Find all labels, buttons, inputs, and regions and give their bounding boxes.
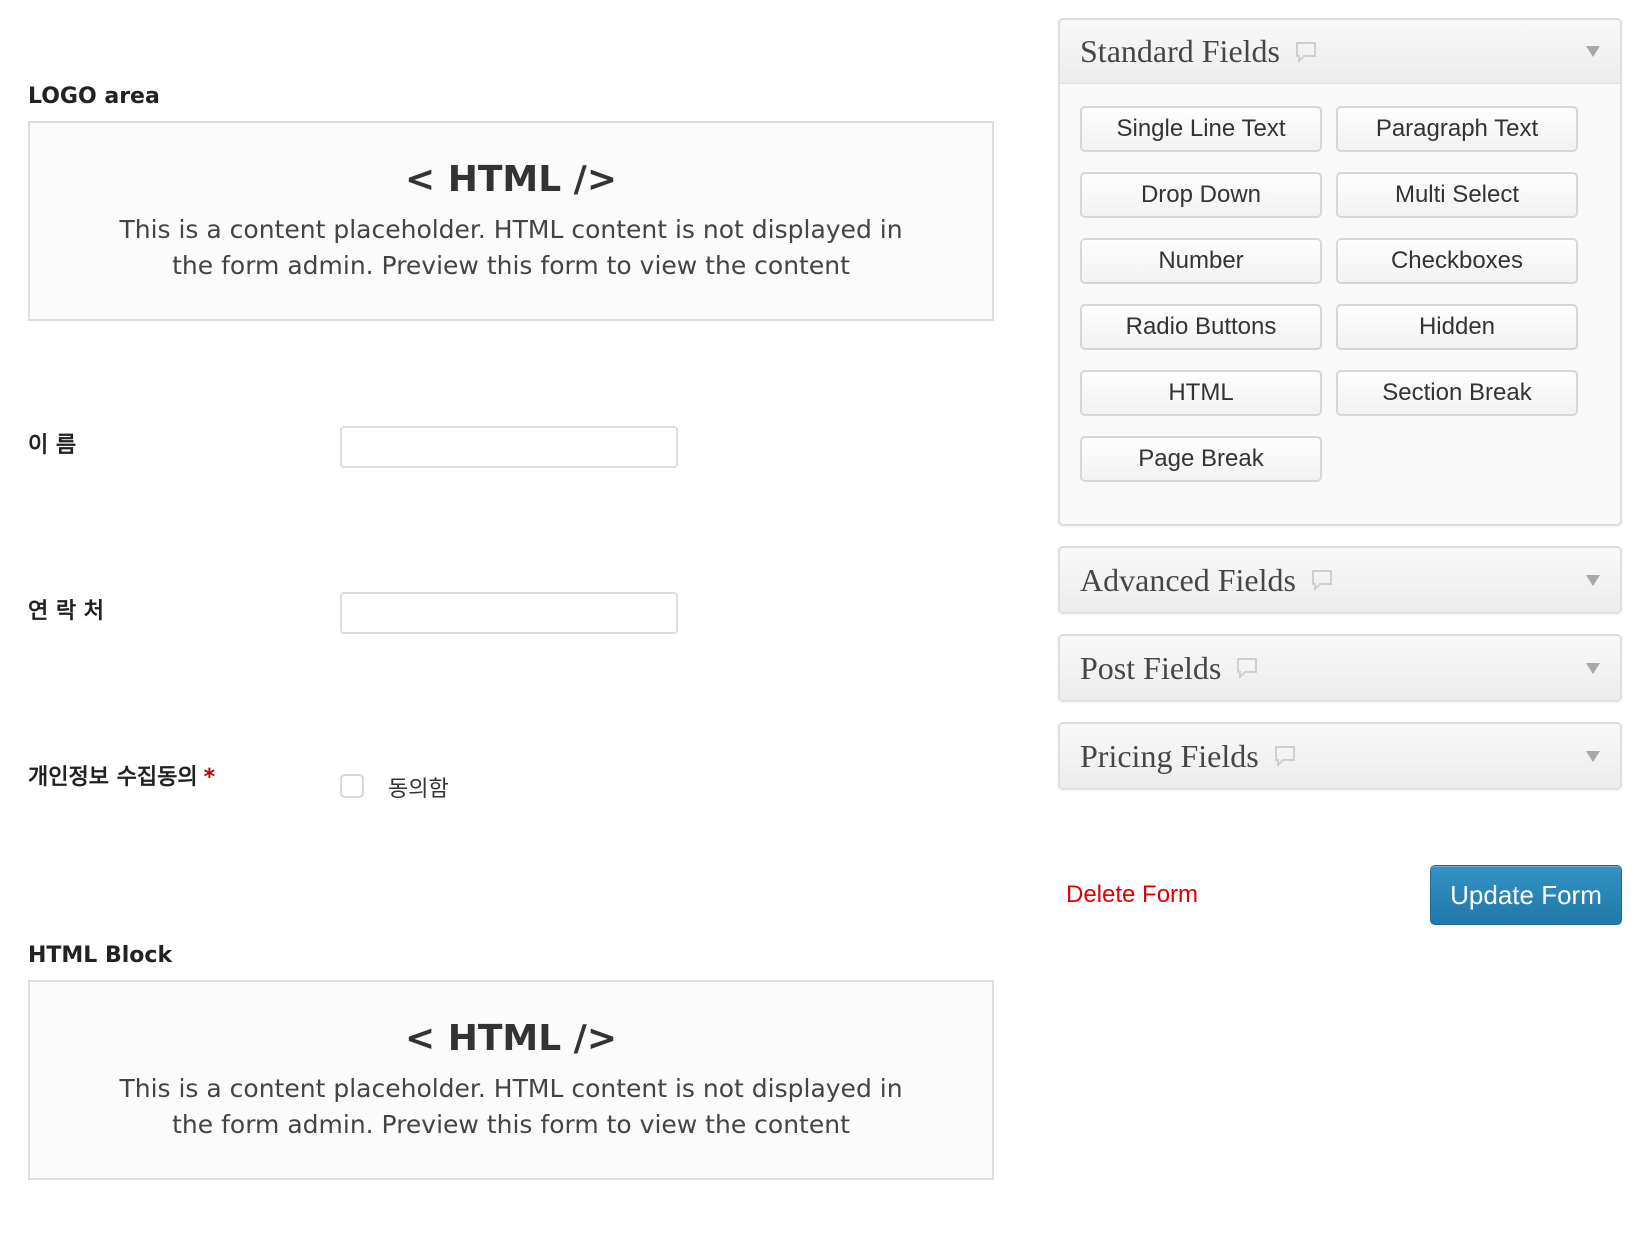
logo-area-label: LOGO area (28, 84, 160, 109)
add-hidden-button[interactable]: Hidden (1336, 304, 1578, 350)
panel-title: Post Fields (1080, 649, 1222, 686)
add-drop-down-button[interactable]: Drop Down (1080, 172, 1322, 218)
form-editor-page: LOGO area < HTML /> This is a content pl… (0, 0, 1640, 1254)
pricing-fields-panel: Pricing Fields (1058, 722, 1622, 790)
consent-field-label: 개인정보 수집동의 * (28, 759, 215, 791)
add-html-button[interactable]: HTML (1080, 370, 1322, 416)
consent-checkbox[interactable] (340, 774, 364, 798)
add-number-button[interactable]: Number (1080, 238, 1322, 284)
add-page-break-button[interactable]: Page Break (1080, 436, 1322, 482)
add-paragraph-text-button[interactable]: Paragraph Text (1336, 106, 1578, 152)
placeholder-desc-line1: This is a content placeholder. HTML cont… (119, 1074, 903, 1103)
speech-bubble-icon[interactable] (1310, 568, 1334, 592)
advanced-fields-panel: Advanced Fields (1058, 546, 1622, 614)
contact-field-label: 연 락 처 (28, 599, 105, 624)
speech-bubble-icon[interactable] (1235, 656, 1259, 680)
delete-form-link[interactable]: Delete Form (1066, 881, 1198, 909)
add-radio-buttons-button[interactable]: Radio Buttons (1080, 304, 1322, 350)
name-input[interactable] (340, 426, 678, 468)
field-sidebar: Standard Fields Single Line Text Paragra… (1058, 18, 1622, 810)
add-section-break-button[interactable]: Section Break (1336, 370, 1578, 416)
post-fields-panel: Post Fields (1058, 634, 1622, 702)
html-block-placeholder[interactable]: < HTML /> This is a content placeholder.… (28, 980, 994, 1180)
triangle-down-icon[interactable] (1586, 574, 1600, 586)
placeholder-desc-line1: This is a content placeholder. HTML cont… (119, 215, 903, 244)
panel-title: Standard Fields (1080, 33, 1280, 69)
standard-fields-panel: Standard Fields Single Line Text Paragra… (1058, 18, 1622, 526)
consent-label-text: 개인정보 수집동의 (28, 765, 198, 790)
html-tag-text: < HTML /> (405, 159, 617, 200)
update-form-button[interactable]: Update Form (1430, 865, 1622, 925)
add-checkboxes-button[interactable]: Checkboxes (1336, 238, 1578, 284)
form-actions: Delete Form Update Form (1058, 865, 1622, 927)
standard-fields-header[interactable]: Standard Fields (1060, 20, 1620, 84)
placeholder-desc-line2: the form admin. Preview this form to vie… (172, 251, 850, 280)
html-block-label: HTML Block (28, 943, 173, 968)
consent-checkbox-label[interactable]: 동의함 (388, 771, 449, 803)
add-multi-select-button[interactable]: Multi Select (1336, 172, 1578, 218)
advanced-fields-header[interactable]: Advanced Fields (1060, 548, 1620, 612)
placeholder-desc-line2: the form admin. Preview this form to vie… (172, 1110, 850, 1139)
post-fields-header[interactable]: Post Fields (1060, 636, 1620, 700)
speech-bubble-icon[interactable] (1273, 744, 1297, 768)
name-field-label: 이 름 (28, 433, 77, 458)
triangle-down-icon[interactable] (1586, 750, 1600, 762)
add-single-line-text-button[interactable]: Single Line Text (1080, 106, 1322, 152)
panel-title: Advanced Fields (1080, 561, 1296, 598)
panel-title: Pricing Fields (1080, 737, 1259, 774)
placeholder-description: This is a content placeholder. HTML cont… (96, 212, 926, 284)
standard-fields-buttons: Single Line Text Paragraph Text Drop Dow… (1060, 84, 1620, 524)
triangle-down-icon[interactable] (1586, 662, 1600, 674)
logo-html-placeholder[interactable]: < HTML /> This is a content placeholder.… (28, 121, 994, 321)
pricing-fields-header[interactable]: Pricing Fields (1060, 724, 1620, 788)
form-preview: LOGO area < HTML /> This is a content pl… (28, 0, 994, 1254)
html-tag-text: < HTML /> (405, 1018, 617, 1059)
speech-bubble-icon[interactable] (1294, 40, 1318, 64)
contact-input[interactable] (340, 592, 678, 634)
placeholder-description: This is a content placeholder. HTML cont… (96, 1071, 926, 1143)
required-star: * (203, 765, 216, 790)
triangle-down-icon[interactable] (1586, 46, 1600, 57)
